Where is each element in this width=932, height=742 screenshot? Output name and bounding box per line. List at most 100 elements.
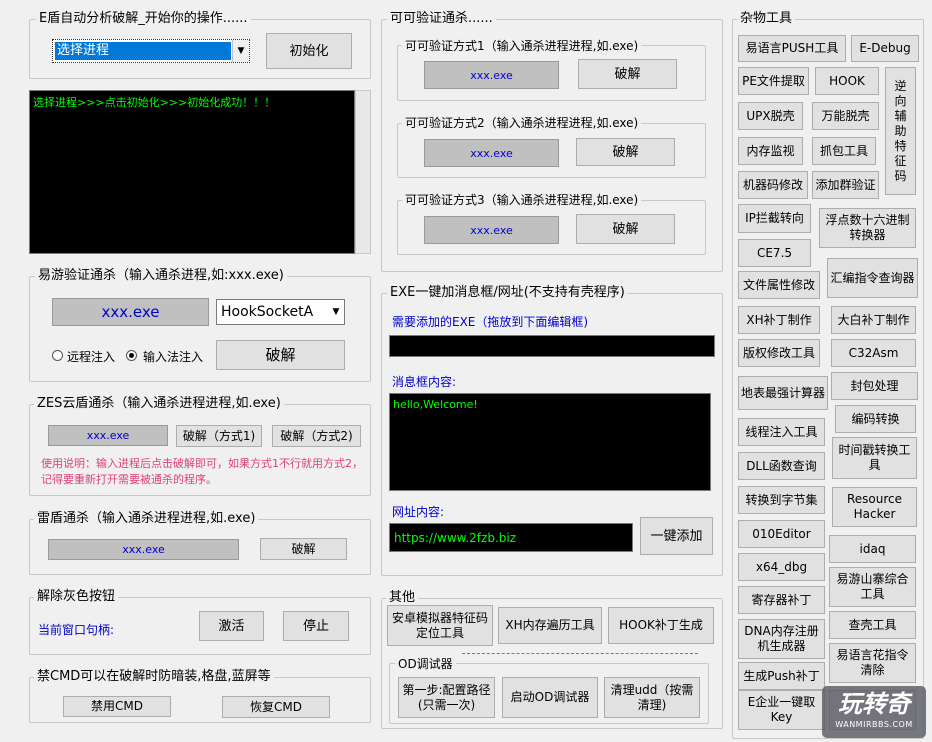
tool-b26[interactable]: DLL函数查询 xyxy=(738,452,825,480)
watermark-text: 玩转奇 xyxy=(838,690,910,718)
window-handle-label: 当前窗口句柄: xyxy=(38,623,115,637)
tool-b1[interactable]: 易语言PUSH工具 xyxy=(738,35,846,62)
watermark-logo: 玩转奇 WANMIRBBS.COM xyxy=(822,686,926,738)
tool-b21[interactable]: 地表最强计算器 xyxy=(738,376,828,410)
tool-b25[interactable]: 时间戳转换工具 xyxy=(832,437,917,479)
group-zes-title: ZES云盾通杀（输入通杀进程进程,如.exe) xyxy=(34,396,284,412)
chevron-down-icon[interactable]: ▼ xyxy=(232,40,249,62)
tool-b27[interactable]: 转换到字节集 xyxy=(738,486,825,514)
keke-2-process-input[interactable]: xxx.exe xyxy=(424,139,559,167)
tool-b29[interactable]: 010Editor xyxy=(738,520,825,548)
tool-b11[interactable]: 添加群验证 xyxy=(812,171,879,199)
init-button[interactable]: 初始化 xyxy=(266,33,352,69)
msg-content-text: hello,Welcome! xyxy=(393,398,478,411)
leidun-process-input[interactable]: xxx.exe xyxy=(48,539,239,560)
tool-b38[interactable]: E企业一键取Key xyxy=(738,690,825,730)
url-content-text: https://www.2fzb.biz xyxy=(394,531,517,545)
tool-b36[interactable]: 易语言花指令清除 xyxy=(829,643,916,683)
tool-b31[interactable]: x64_dbg xyxy=(738,553,825,581)
keke-method-2-title: 可可验证方式2（输入通杀进程进程,如.exe) xyxy=(402,115,642,131)
tool-b23[interactable]: 编码转换 xyxy=(835,405,916,433)
tool-b35[interactable]: DNA内存注册机生成器 xyxy=(738,619,825,659)
tool-b32[interactable]: 易游山寨综合工具 xyxy=(829,567,916,607)
keke-1-crack-button[interactable]: 破解 xyxy=(578,59,677,89)
tool-b16[interactable]: 汇编指令查询器 xyxy=(827,258,918,298)
process-select[interactable]: 选择进程 ▼ xyxy=(52,39,250,63)
hook-select[interactable]: HookSocketA ▼ xyxy=(216,299,345,325)
tool-b3[interactable]: PE文件提取 xyxy=(738,67,809,95)
tool-b2[interactable]: E-Debug xyxy=(851,35,919,62)
android-tool-button[interactable]: 安卓模拟器特征码定位工具 xyxy=(387,605,493,646)
disable-cmd-button[interactable]: 禁用CMD xyxy=(63,696,171,717)
hook-patch-button[interactable]: HOOK补丁生成 xyxy=(608,607,714,644)
group-leidun-title: 雷盾通杀（输入通杀进程进程,如.exe) xyxy=(34,511,259,527)
tool-b18[interactable]: 大白补丁制作 xyxy=(831,306,916,334)
keke-3-process-input[interactable]: xxx.exe xyxy=(424,216,559,244)
tool-b12[interactable]: IP拦截转向 xyxy=(738,204,811,233)
keke-method-1-title: 可可验证方式1（输入通杀进程进程,如.exe) xyxy=(402,38,642,54)
keke-3-crack-button[interactable]: 破解 xyxy=(576,214,675,244)
group-other-title: 其他 xyxy=(386,590,419,606)
log-scrollbar[interactable] xyxy=(355,90,371,254)
zes-crack-1-button[interactable]: 破解（方式1) xyxy=(176,425,262,447)
tool-b17[interactable]: XH补丁制作 xyxy=(738,306,820,334)
tool-b5[interactable]: 逆向辅助特征码 xyxy=(885,67,916,195)
divider-dashed xyxy=(462,653,698,654)
exe-label: 需要添加的EXE（拖放到下面编辑框) xyxy=(392,315,589,329)
tool-b30[interactable]: idaq xyxy=(829,535,916,563)
exe-path-input[interactable] xyxy=(389,335,715,357)
chevron-down-icon[interactable]: ▼ xyxy=(328,300,344,324)
tool-b34[interactable]: 查壳工具 xyxy=(829,611,916,639)
keke-2-crack-button[interactable]: 破解 xyxy=(576,138,675,166)
radio-input-method[interactable] xyxy=(126,350,137,361)
keke-method-3-title: 可可验证方式3（输入通杀进程进程,如.exe) xyxy=(402,192,642,208)
tool-b33[interactable]: 寄存器补丁 xyxy=(738,586,825,614)
tool-b20[interactable]: C32Asm xyxy=(831,339,916,367)
log-output: 选择进程>>>点击初始化>>>初始化成功！！！ xyxy=(29,90,355,254)
tool-b15[interactable]: 文件属性修改 xyxy=(738,271,820,299)
watermark-subtext: WANMIRBBS.COM xyxy=(835,720,913,729)
tool-b9[interactable]: 抓包工具 xyxy=(812,137,876,165)
hook-select-value: HookSocketA xyxy=(221,304,314,320)
url-content-input[interactable]: https://www.2fzb.biz xyxy=(389,523,633,552)
msg-content-input[interactable]: hello,Welcome! xyxy=(389,393,711,491)
tool-b4[interactable]: HOOK xyxy=(815,67,879,95)
url-label: 网址内容: xyxy=(392,505,445,519)
log-text: 选择进程>>>点击初始化>>>初始化成功！！！ xyxy=(33,96,276,109)
activate-button[interactable]: 激活 xyxy=(199,611,264,641)
zes-crack-2-button[interactable]: 破解（方式2) xyxy=(272,425,361,447)
tool-b24[interactable]: 线程注入工具 xyxy=(738,418,825,446)
tool-b19[interactable]: 版权修改工具 xyxy=(738,339,820,367)
tool-b7[interactable]: 万能脱壳 xyxy=(812,102,879,130)
group-od-title: OD调试器 xyxy=(395,656,456,672)
zes-usage-note: 使用说明：输入进程后点击破解即可，如果方式1不行就用方式2，记得要重新打开需要被… xyxy=(41,457,363,486)
tool-b14[interactable]: CE7.5 xyxy=(738,239,811,267)
yiyou-crack-button[interactable]: 破解 xyxy=(216,340,345,370)
group-cmd-title: 禁CMD可以在破解时防暗装,格盘,蓝屏等 xyxy=(34,669,274,685)
od-config-button[interactable]: 第一步:配置路径(只需一次) xyxy=(398,677,495,718)
od-start-button[interactable]: 启动OD调试器 xyxy=(502,677,598,718)
group-ungray-title: 解除灰色按钮 xyxy=(34,589,119,605)
radio-remote-label: 远程注入 xyxy=(67,350,116,364)
tool-b6[interactable]: UPX脱壳 xyxy=(738,102,803,130)
zes-process-input[interactable]: xxx.exe xyxy=(48,425,168,446)
group-tools-title: 杂物工具 xyxy=(737,11,796,27)
tool-b28[interactable]: Resource Hacker xyxy=(832,487,917,527)
tool-b8[interactable]: 内存监视 xyxy=(738,137,803,165)
tool-b13[interactable]: 浮点数十六进制转换器 xyxy=(819,208,916,248)
process-select-value: 选择进程 xyxy=(55,42,231,60)
tool-b10[interactable]: 机器码修改 xyxy=(738,171,808,199)
od-clean-button[interactable]: 清理udd（按需清理) xyxy=(604,677,700,718)
tool-b22[interactable]: 封包处理 xyxy=(831,372,918,400)
tool-b37[interactable]: 生成Push补丁 xyxy=(738,662,825,690)
keke-1-process-input[interactable]: xxx.exe xyxy=(424,61,559,89)
leidun-crack-button[interactable]: 破解 xyxy=(260,538,347,560)
xh-memory-button[interactable]: XH内存遍历工具 xyxy=(498,607,602,644)
group-yiyou-title: 易游验证通杀（输入通杀进程,如:xxx.exe) xyxy=(35,268,287,284)
restore-cmd-button[interactable]: 恢复CMD xyxy=(222,696,330,718)
group-e-shield-title: E盾自动分析破解_开始你的操作...... xyxy=(36,11,251,27)
yiyou-process-input[interactable]: xxx.exe xyxy=(52,298,209,326)
add-button[interactable]: 一键添加 xyxy=(640,517,713,555)
stop-button[interactable]: 停止 xyxy=(283,611,349,641)
radio-remote[interactable] xyxy=(52,350,63,361)
